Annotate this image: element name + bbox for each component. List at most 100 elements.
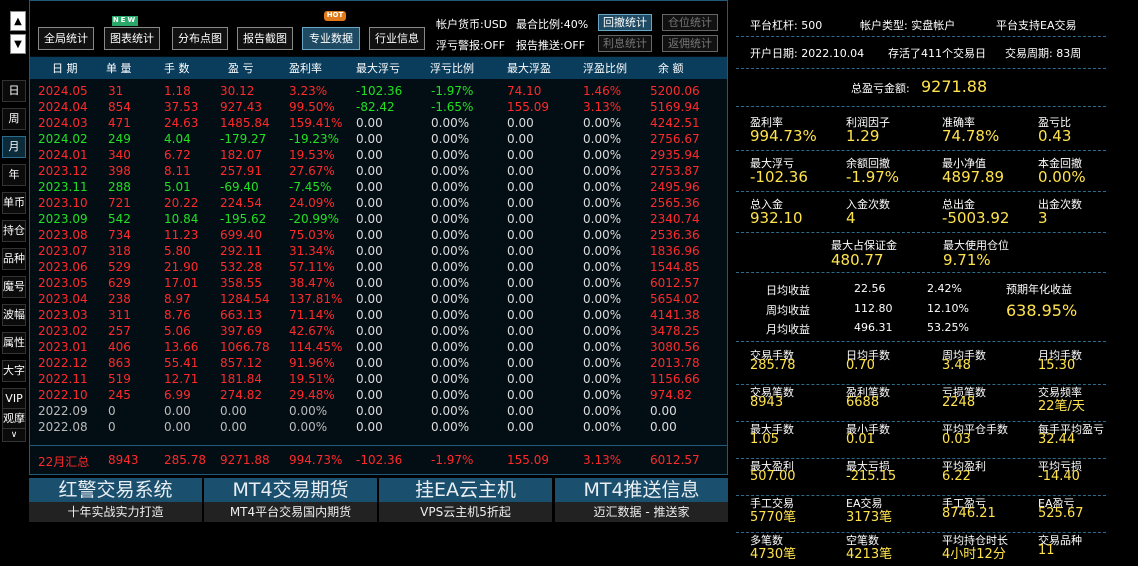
table-row[interactable]: 2023.01 406 13.66 1066.78 114.45% 0.00 0.00% 0.… (30, 339, 727, 355)
nav-vip[interactable]: VIP (2, 388, 26, 410)
interest-stats-button[interactable]: 利息统计 (598, 35, 652, 52)
nav-magic[interactable]: 魔号 (2, 276, 26, 298)
cell-float-profit-ratio: 0.00% (583, 372, 622, 386)
distribution-chart-button[interactable]: 分布点图 (172, 27, 228, 50)
rebate-stats-button[interactable]: 返佣统计 (662, 35, 718, 52)
cell-orders: 863 (108, 356, 131, 370)
table-row[interactable]: 2023.06 529 21.90 532.28 57.11% 0.00 0.00% 0.00… (30, 259, 727, 275)
nav-symbols[interactable]: 品种 (2, 248, 26, 270)
cell-pnl: 224.54 (220, 196, 262, 210)
pro-data-button[interactable]: 专业数据 (302, 27, 360, 50)
banner-trading-system[interactable]: 红警交易系统 十年实战实力打造 (29, 478, 202, 522)
chart-stats-button[interactable]: 图表统计 (104, 27, 160, 50)
banner-title: 挂EA云主机 (379, 478, 552, 502)
cell-orders: 318 (108, 244, 131, 258)
cell-lots: 10.84 (164, 212, 199, 226)
nav-month[interactable]: 月 (2, 136, 26, 158)
table-row[interactable]: 2024.05 31 1.18 30.12 3.23% -102.36 -1.97% 74.1… (30, 83, 727, 99)
banner-mt4-futures[interactable]: MT4交易期货 MT4平台交易国内期货 (204, 478, 377, 522)
cell-float-profit-ratio: 0.00% (583, 116, 622, 130)
cell-orders: 340 (108, 148, 131, 162)
cell-max-float-profit: 74.10 (507, 84, 542, 98)
cell-float-loss-ratio: 0.00% (431, 340, 470, 354)
nav-day[interactable]: 日 (2, 80, 26, 102)
table-row[interactable]: 2022.09 0 0.00 0.00 0.00% 0.00 0.00% 0.00 0.00% 0… (30, 403, 727, 419)
table-row[interactable]: 2024.04 854 37.53 927.43 99.50% -82.42 -1.65% 1… (30, 99, 727, 115)
col-float-profit-ratio: 浮盈比例 (583, 62, 627, 75)
stat-value: 4小时12分 (942, 547, 1006, 562)
cell-balance: 2340.74 (650, 212, 700, 226)
table-row[interactable]: 2024.03 471 24.63 1485.84 159.41% 0.00 0.00% 0.… (30, 115, 727, 131)
table-row[interactable]: 2022.10 245 6.99 274.82 29.48% 0.00 0.00% 0.00 0… (30, 387, 727, 403)
nav-properties[interactable]: 属性 (2, 332, 26, 354)
table-row[interactable]: 2023.02 257 5.06 397.69 42.67% 0.00 0.00% 0.00 0… (30, 323, 727, 339)
stat-value: 1.05 (750, 432, 779, 447)
cell-date: 2023.02 (38, 324, 88, 338)
cell-float-loss-ratio: 0.00% (431, 420, 470, 434)
banner-ea-vps[interactable]: 挂EA云主机 VPS云主机5折起 (379, 478, 552, 522)
cell-date: 2023.09 (38, 212, 88, 226)
stat-value: 0.70 (846, 358, 875, 373)
table-row[interactable]: 2022.08 0 0.00 0.00 0.00% 0.00 0.00% 0.00 0.00% 0… (30, 419, 727, 435)
cell-max-float-profit: 0.00 (507, 244, 534, 258)
nav-week[interactable]: 周 (2, 108, 26, 130)
banner-subtitle: 十年实战实力打造 (29, 502, 202, 522)
cell-date: 2024.02 (38, 132, 88, 146)
cell-profit-rate: -20.99% (289, 212, 340, 226)
nav-amplitude[interactable]: 波幅 (2, 304, 26, 326)
table-row[interactable]: 2023.03 311 8.76 663.13 71.14% 0.00 0.00% 0.00 0… (30, 307, 727, 323)
cell-profit-rate: 0.00% (289, 420, 328, 434)
stat-value: -102.36 (750, 168, 808, 186)
cell-orders: 854 (108, 100, 131, 114)
table-row[interactable]: 2022.12 863 55.41 857.12 91.96% 0.00 0.00% 0.00… (30, 355, 727, 371)
cell-orders: 398 (108, 164, 131, 178)
col-max-float-profit: 最大浮盈 (507, 62, 551, 75)
nav-observe[interactable]: 观摩 (2, 408, 26, 430)
table-row[interactable]: 2022.11 519 12.71 181.84 19.51% 0.00 0.00% 0.00… (30, 371, 727, 387)
nav-positions[interactable]: 持仓 (2, 220, 26, 242)
table-row[interactable]: 2024.01 340 6.72 182.07 19.53% 0.00 0.00% 0.00 0… (30, 147, 727, 163)
scroll-down-icon[interactable]: ▼ (10, 34, 26, 54)
weekly-avg-percent: 12.10% (927, 302, 969, 315)
cell-float-profit-ratio: 0.00% (583, 132, 622, 146)
global-stats-button[interactable]: 全局统计 (38, 27, 94, 50)
cell-max-float-profit: 0.00 (507, 212, 534, 226)
table-row[interactable]: 2023.05 629 17.01 358.55 38.47% 0.00 0.00% 0.00… (30, 275, 727, 291)
nav-year[interactable]: 年 (2, 164, 26, 186)
cell-float-loss-ratio: 0.00% (431, 180, 470, 194)
report-screenshot-button[interactable]: 报告截图 (237, 27, 293, 50)
cell-max-float-profit: 0.00 (507, 308, 534, 322)
drawdown-stats-button[interactable]: 回撤统计 (598, 14, 652, 31)
cell-orders: 471 (108, 116, 131, 130)
nav-more-icon[interactable]: ∨ (2, 428, 26, 442)
cell-float-profit-ratio: 0.00% (583, 228, 622, 242)
table-row[interactable]: 2023.08 734 11.23 699.40 75.03% 0.00 0.00% 0.00… (30, 227, 727, 243)
cell-date: 2022.10 (38, 388, 88, 402)
col-float-loss-ratio: 浮亏比例 (430, 62, 474, 75)
max-position-value: 9.71% (943, 251, 991, 269)
hot-badge: HOT (324, 11, 346, 21)
stat-value: 0.43 (1038, 127, 1072, 145)
cell-profit-rate: 0.00% (289, 404, 328, 418)
table-row[interactable]: 2023.10 721 20.22 224.54 24.09% 0.00 0.00% 0.00… (30, 195, 727, 211)
nav-single-currency[interactable]: 单币 (2, 192, 26, 214)
cell-date: 2023.05 (38, 276, 88, 290)
industry-info-button[interactable]: 行业信息 (369, 27, 425, 50)
cell-balance: 0.00 (650, 420, 677, 434)
stat-value: 3 (1038, 209, 1048, 227)
cell-lots: 8.11 (164, 164, 191, 178)
table-row[interactable]: 2023.12 398 8.11 257.91 27.67% 0.00 0.00% 0.00 0… (30, 163, 727, 179)
table-row[interactable]: 2024.02 249 4.04 -179.27 -19.23% 0.00 0.00% 0.0… (30, 131, 727, 147)
nav-large-font[interactable]: 大字 (2, 360, 26, 382)
cell-max-float-profit: 0.00 (507, 260, 534, 274)
position-stats-button[interactable]: 仓位统计 (662, 14, 718, 31)
table-row[interactable]: 2023.09 542 10.84 -195.62 -20.99% 0.00 0.00% 0.… (30, 211, 727, 227)
banner-subtitle: 迈汇数据 - 推送家 (555, 502, 728, 522)
banner-mt4-push[interactable]: MT4推送信息 迈汇数据 - 推送家 (555, 478, 728, 522)
table-row[interactable]: 2023.04 238 8.97 1284.54 137.81% 0.00 0.00% 0.0… (30, 291, 727, 307)
stat-value: 3173笔 (846, 510, 893, 525)
cell-pnl: 30.12 (220, 84, 255, 98)
table-row[interactable]: 2023.11 288 5.01 -69.40 -7.45% 0.00 0.00% 0.00 0… (30, 179, 727, 195)
scroll-up-icon[interactable]: ▲ (10, 11, 26, 31)
table-row[interactable]: 2023.07 318 5.80 292.11 31.34% 0.00 0.00% 0.00 0… (30, 243, 727, 259)
